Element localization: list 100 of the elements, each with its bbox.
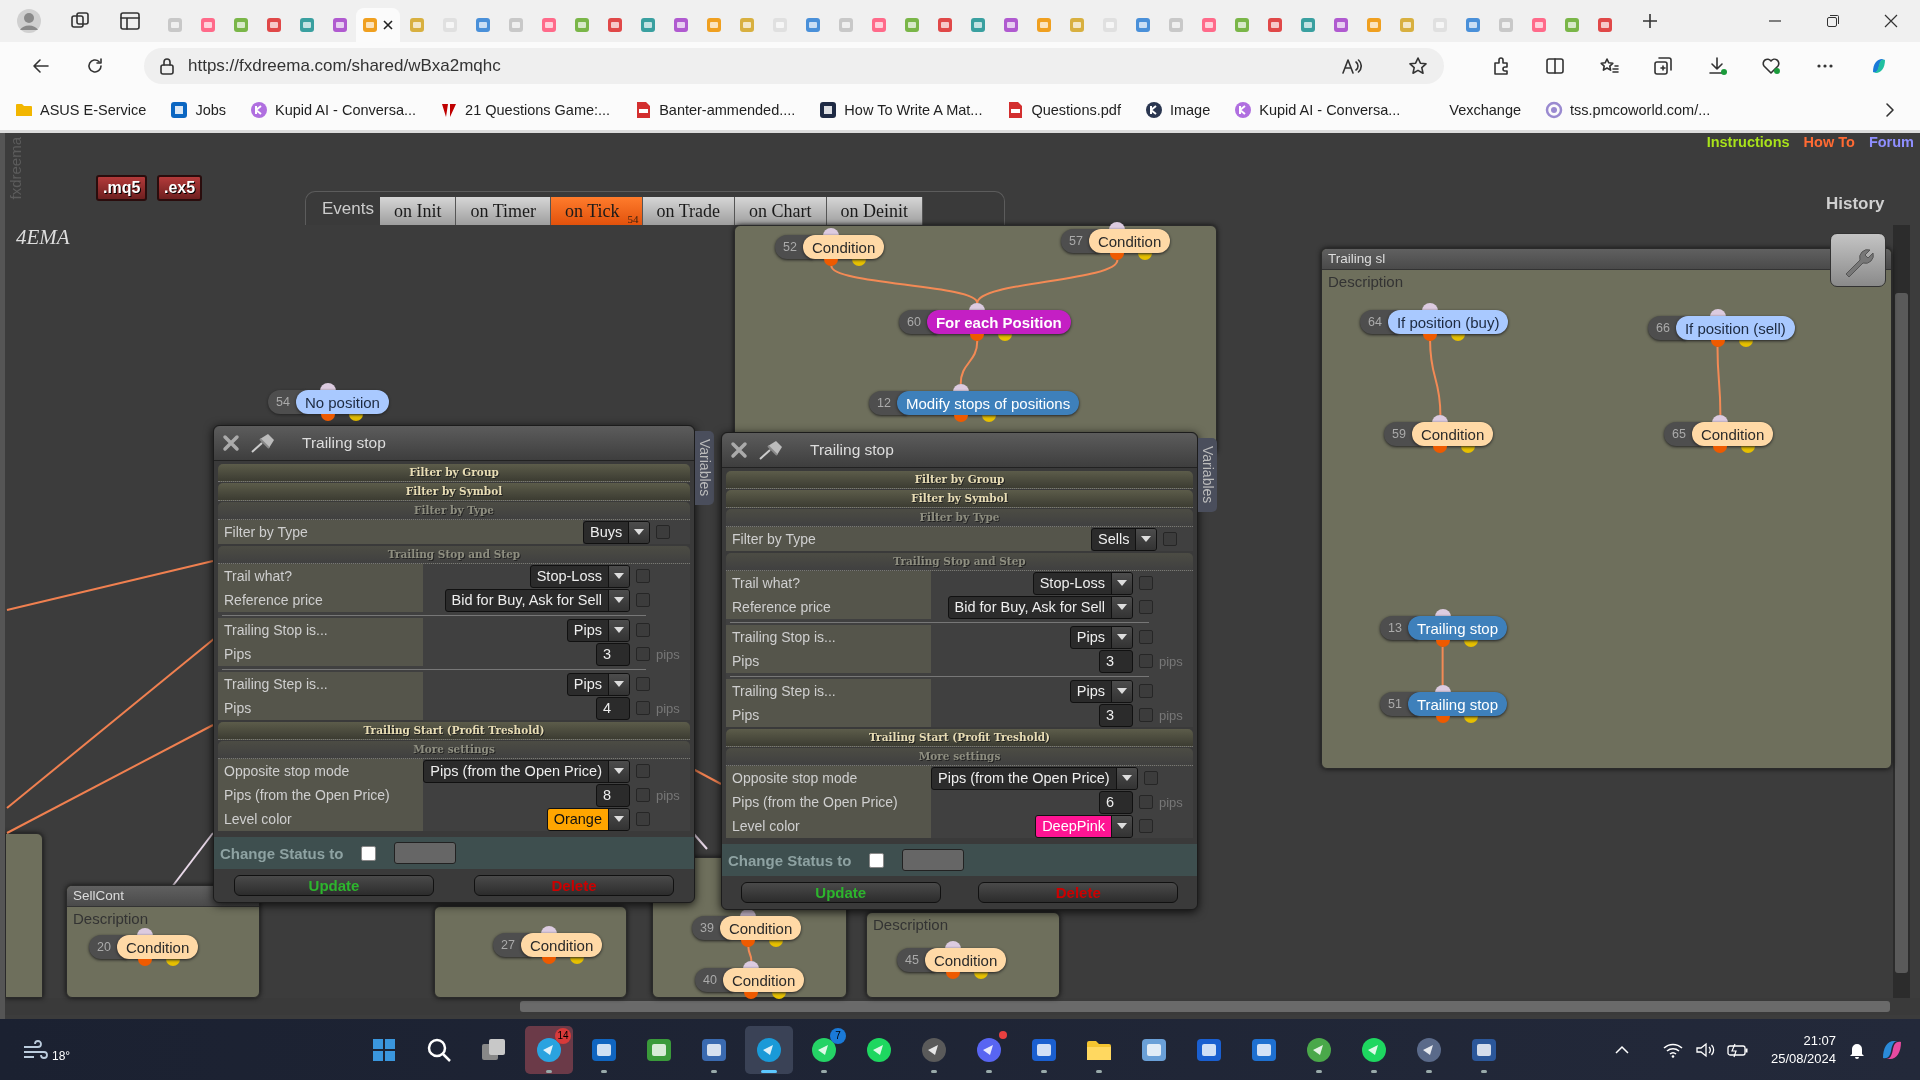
- action-block[interactable]: Trailing stop: [1407, 616, 1508, 640]
- bookmark[interactable]: Jobs: [163, 97, 233, 123]
- dropdown[interactable]: Pips: [566, 672, 630, 696]
- number-field[interactable]: 4: [596, 696, 630, 720]
- status-label: Change Status to: [220, 844, 344, 862]
- number-field[interactable]: 6: [1099, 790, 1133, 814]
- filter-block[interactable]: No position: [295, 390, 389, 414]
- condition-block[interactable]: Condition: [1088, 229, 1171, 253]
- condition-block[interactable]: Condition: [719, 916, 802, 940]
- condition-block[interactable]: Condition: [1411, 422, 1494, 446]
- event-tab[interactable]: on Trade: [642, 197, 736, 225]
- action-block[interactable]: Trailing stop: [1407, 692, 1508, 716]
- dropdown[interactable]: Pips: [1069, 625, 1133, 649]
- field-label: Reference price: [726, 595, 931, 619]
- section-header[interactable]: Trailing Start (Profit Treshold): [726, 729, 1193, 747]
- number-field[interactable]: 3: [596, 642, 630, 666]
- variables-tab[interactable]: Variables: [1198, 438, 1217, 512]
- taskbar-button[interactable]: 14: [525, 1025, 573, 1074]
- field-label: Level color: [218, 807, 423, 831]
- update-button[interactable]: Update: [234, 875, 434, 896]
- field-label: Opposite stop mode: [726, 766, 931, 790]
- bookmark[interactable]: 21 Questions Game:...: [433, 97, 618, 123]
- help-link[interactable]: Forum: [1868, 134, 1914, 150]
- condition-block[interactable]: Condition: [722, 968, 805, 992]
- action-block[interactable]: Modify stops of positions: [896, 391, 1080, 415]
- condition-block[interactable]: Condition: [520, 933, 603, 957]
- help-link[interactable]: Instructions: [1706, 134, 1790, 150]
- field-label: Trail what?: [726, 571, 931, 595]
- help-link[interactable]: How To: [1803, 134, 1855, 150]
- condition-block[interactable]: Condition: [116, 935, 199, 959]
- history-link[interactable]: History: [1826, 194, 1885, 214]
- dropdown[interactable]: Orange: [546, 807, 630, 831]
- section-header[interactable]: Filter by Group: [218, 464, 690, 482]
- count-badge: 7: [830, 1027, 846, 1044]
- bookmark[interactable]: tss.pmcoworld.com/...: [1538, 97, 1718, 123]
- dropdown[interactable]: Stop-Loss: [529, 564, 630, 588]
- project-name: 4EMA: [16, 225, 70, 250]
- bookmark[interactable]: Vexchange: [1417, 98, 1529, 122]
- bookmark[interactable]: Questions.pdf: [999, 97, 1128, 123]
- section-header[interactable]: Trailing Start (Profit Treshold): [218, 722, 690, 740]
- event-tab[interactable]: on Init: [380, 197, 457, 225]
- event-tab[interactable]: on Timer: [456, 197, 551, 225]
- dropdown[interactable]: Pips: [1069, 679, 1133, 703]
- field-label: Filter by Type: [726, 527, 1091, 551]
- bookmark[interactable]: How To Write A Mat...: [812, 97, 990, 123]
- panel-title: Trailing sl: [1322, 249, 1891, 270]
- field-label: Level color: [726, 814, 931, 838]
- event-tab[interactable]: on Deinit: [826, 197, 924, 225]
- temperature-text: 18°: [52, 1048, 71, 1063]
- number-field[interactable]: 3: [1099, 703, 1133, 727]
- bookmark[interactable]: Image: [1137, 97, 1218, 123]
- dropdown[interactable]: Pips (from the Open Price): [931, 766, 1138, 790]
- condition-block[interactable]: Condition: [1691, 422, 1774, 446]
- export-button[interactable]: .ex5: [157, 175, 203, 201]
- field-label: Pips: [218, 642, 423, 666]
- status-label: Change Status to: [728, 851, 852, 869]
- section-header[interactable]: Filter by Symbol: [726, 490, 1193, 508]
- event-tab[interactable]: on Tick 54: [551, 197, 643, 225]
- panel-description: Description: [72, 909, 150, 929]
- bookmark[interactable]: Kupid AI - Conversa...: [243, 97, 424, 123]
- field-label: Pips: [218, 696, 423, 720]
- dropdown[interactable]: Bid for Buy, Ask for Sell: [444, 588, 630, 612]
- field-label: Filter by Type: [218, 520, 583, 544]
- filter-block[interactable]: If position (buy): [1387, 310, 1509, 334]
- dropdown[interactable]: Pips: [566, 618, 630, 642]
- dropdown[interactable]: DeepPink: [1035, 814, 1133, 838]
- count-badge: 14: [555, 1027, 571, 1044]
- clock[interactable]: 21:07 25/08/2024: [1770, 1033, 1836, 1066]
- dropdown[interactable]: Bid for Buy, Ask for Sell: [947, 595, 1133, 619]
- number-field[interactable]: 8: [596, 783, 630, 807]
- address-bar[interactable]: https://fxdreema.com/shared/wBxa2mqhc: [144, 48, 1444, 84]
- condition-block[interactable]: Condition: [924, 948, 1007, 972]
- bookmark[interactable]: Kupid AI - Conversa...: [1227, 97, 1408, 123]
- dropdown[interactable]: Pips (from the Open Price): [423, 759, 630, 783]
- field-label: Opposite stop mode: [218, 759, 423, 783]
- update-button[interactable]: Update: [740, 882, 941, 903]
- bookmark[interactable]: ASUS E-Service: [8, 97, 154, 123]
- dropdown[interactable]: Sells: [1091, 527, 1158, 551]
- condition-block[interactable]: Condition: [802, 235, 885, 259]
- variables-tab[interactable]: Variables: [695, 431, 714, 505]
- events-label: Events: [322, 198, 374, 219]
- url-text: https://fxdreema.com/shared/wBxa2mqhc: [188, 56, 502, 76]
- field-label: Trail what?: [218, 564, 423, 588]
- number-field[interactable]: 3: [1099, 649, 1133, 673]
- block-count-text: 54: [627, 213, 639, 225]
- panel-description: Description: [872, 915, 950, 935]
- field-label: Pips: [726, 649, 931, 673]
- field-label: Pips (from the Open Price): [726, 790, 931, 814]
- loop-block[interactable]: For each Position: [926, 310, 1071, 334]
- dropdown[interactable]: Stop-Loss: [1032, 571, 1133, 595]
- filter-block[interactable]: If position (sell): [1675, 316, 1795, 340]
- section-header[interactable]: Filter by Group: [726, 471, 1193, 489]
- field-label: Trailing Stop is...: [726, 625, 931, 649]
- taskbar-button[interactable]: 7: [800, 1025, 848, 1074]
- bookmark[interactable]: Banter-ammended....: [627, 97, 803, 123]
- event-tab[interactable]: on Chart: [735, 197, 827, 225]
- dropdown[interactable]: Buys: [583, 520, 651, 544]
- section-header[interactable]: Filter by Symbol: [218, 483, 690, 501]
- export-button[interactable]: .mq5: [96, 175, 148, 201]
- field-label: Reference price: [218, 588, 423, 612]
